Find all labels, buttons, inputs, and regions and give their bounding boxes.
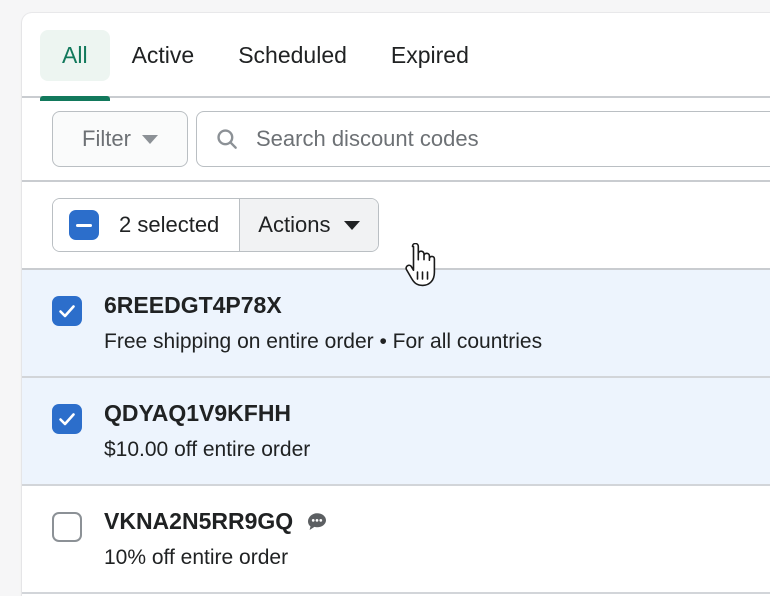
app-root: All Active Scheduled Expired Filter Sear…: [0, 0, 770, 596]
discount-summary: 10% off entire order: [104, 546, 289, 569]
tab-all-label: All: [62, 42, 88, 68]
list-item[interactable]: VKNA2N5RR9GQ 10% off entire order: [22, 486, 770, 594]
tab-expired[interactable]: Expired: [369, 30, 491, 81]
row-content: VKNA2N5RR9GQ 10% off entire order: [104, 508, 329, 570]
filter-button[interactable]: Filter: [52, 111, 188, 167]
discounts-card: All Active Scheduled Expired Filter Sear…: [22, 13, 770, 596]
discount-summary: Free shipping on entire order • For all …: [104, 330, 543, 353]
tab-scheduled[interactable]: Scheduled: [216, 30, 369, 81]
tab-all[interactable]: All: [40, 30, 110, 101]
discount-code-text: 6REEDGT4P78X: [104, 292, 282, 318]
tab-bar: All Active Scheduled Expired: [22, 13, 770, 101]
filter-toolbar: Filter Search discount codes: [22, 98, 770, 182]
row-checkbox[interactable]: [52, 404, 82, 434]
discount-code-title: QDYAQ1V9KFHH: [104, 400, 310, 427]
discount-code-text: VKNA2N5RR9GQ: [104, 508, 294, 534]
list-item[interactable]: QDYAQ1V9KFHH $10.00 off entire order: [22, 378, 770, 486]
tab-active[interactable]: Active: [110, 30, 217, 81]
chevron-down-icon: [344, 220, 361, 230]
tab-active-indicator: [40, 96, 110, 101]
list-item[interactable]: 6REEDGT4P78X Free shipping on entire ord…: [22, 270, 770, 378]
row-checkbox-wrapper: [52, 400, 82, 462]
row-checkbox[interactable]: [52, 296, 82, 326]
tab-scheduled-label: Scheduled: [238, 42, 347, 68]
search-input-placeholder: Search discount codes: [256, 126, 479, 151]
discount-summary: $10.00 off entire order: [104, 438, 311, 461]
select-all-checkbox[interactable]: [69, 210, 99, 240]
search-icon: [214, 126, 240, 152]
minus-icon: [76, 223, 92, 227]
selected-count-label: 2 selected: [119, 212, 220, 237]
search-input[interactable]: Search discount codes: [196, 111, 770, 167]
chevron-down-icon: [141, 134, 158, 144]
bulk-action-group: 2 selected Actions: [52, 198, 380, 252]
filter-button-label: Filter: [82, 126, 131, 151]
actions-button[interactable]: Actions: [239, 199, 379, 251]
row-checkbox[interactable]: [52, 512, 82, 542]
select-all-control[interactable]: 2 selected: [53, 199, 240, 251]
comment-bubble-icon: [305, 510, 329, 534]
row-content: 6REEDGT4P78X Free shipping on entire ord…: [104, 292, 542, 354]
discount-code-title: VKNA2N5RR9GQ: [104, 508, 329, 535]
row-checkbox-wrapper: [52, 508, 82, 570]
discount-code-text: QDYAQ1V9KFHH: [104, 400, 292, 426]
row-checkbox-wrapper: [52, 292, 82, 354]
row-content: QDYAQ1V9KFHH $10.00 off entire order: [104, 400, 310, 462]
discount-code-title: 6REEDGT4P78X: [104, 292, 542, 319]
tab-active-label: Active: [131, 42, 195, 68]
discount-list: 6REEDGT4P78X Free shipping on entire ord…: [22, 270, 770, 594]
tab-expired-label: Expired: [390, 42, 469, 68]
bulk-action-bar: 2 selected Actions: [22, 182, 770, 270]
actions-button-label: Actions: [258, 212, 331, 237]
